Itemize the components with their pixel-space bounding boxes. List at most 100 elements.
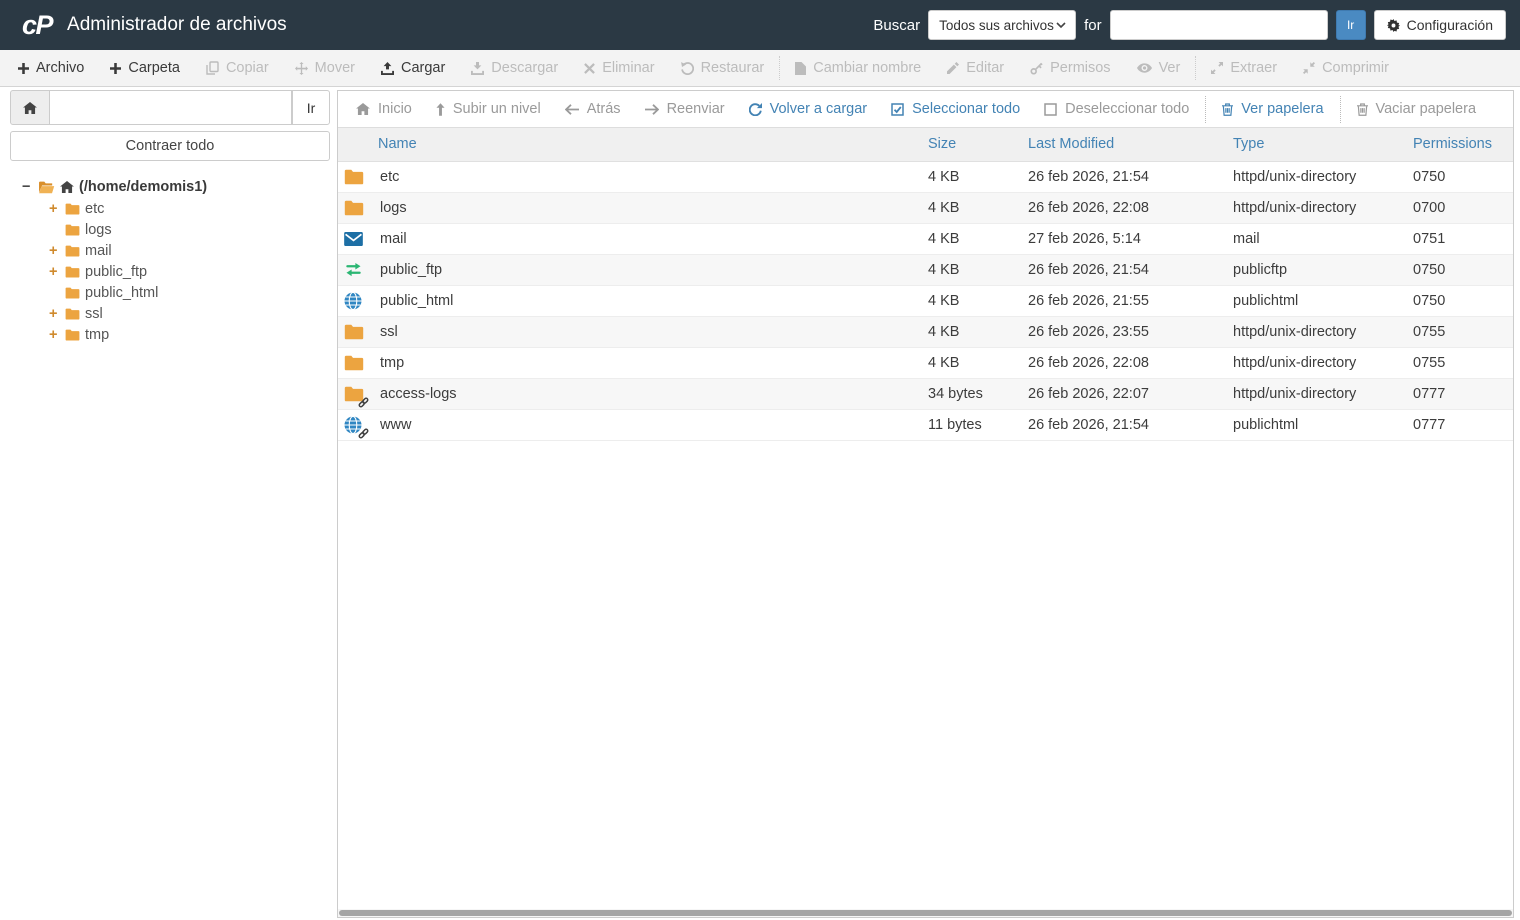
- file-name-cell[interactable]: www: [338, 415, 928, 439]
- file-name-cell[interactable]: access-logs: [338, 384, 928, 408]
- column-header-name[interactable]: Name: [338, 128, 928, 162]
- expand-toggle[interactable]: +: [49, 327, 60, 343]
- table-row-tmp[interactable]: tmp 4 KB 26 feb 2026, 22:08 httpd/unix-dire…: [338, 347, 1513, 379]
- path-go-button[interactable]: Ir: [292, 90, 330, 125]
- search-area: Buscar Todos sus archivos for Ir Configu…: [873, 10, 1506, 40]
- toolbar-label: Editar: [966, 60, 1005, 76]
- table-row-ssl[interactable]: ssl 4 KB 26 feb 2026, 23:55 httpd/unix-dire…: [338, 316, 1513, 348]
- table-row-logs[interactable]: logs 4 KB 26 feb 2026, 22:08 httpd/unix-dir…: [338, 192, 1513, 224]
- globe-icon: [344, 291, 365, 310]
- file-toolbar-volver-a-cargar[interactable]: Volver a cargar: [737, 101, 880, 117]
- collapse-all-button[interactable]: Contraer todo: [10, 131, 330, 161]
- file-toolbar-separator: [1205, 95, 1207, 123]
- file-toolbar-seleccionar-todo[interactable]: Seleccionar todo: [879, 101, 1032, 117]
- collapse-toggle[interactable]: −: [22, 179, 33, 195]
- file-toolbar-inicio[interactable]: Inicio: [344, 101, 424, 117]
- folder-icon: [65, 287, 80, 299]
- file-permissions: 0751: [1413, 223, 1513, 255]
- file-name-cell[interactable]: logs: [338, 198, 928, 217]
- folder-icon: [344, 353, 365, 372]
- path-input[interactable]: [50, 90, 292, 125]
- file-name-cell[interactable]: public_ftp: [338, 260, 928, 279]
- tree-item-tmp[interactable]: + tmp: [49, 324, 330, 345]
- home-button[interactable]: [10, 90, 50, 125]
- file-modified: 26 feb 2026, 21:54: [1028, 409, 1233, 441]
- content: Ir Contraer todo − (/home/demomis1) + etc…: [0, 87, 1520, 920]
- table-row-mail[interactable]: mail 4 KB 27 feb 2026, 5:14 mail 0751: [338, 223, 1513, 255]
- toolbar-editar: Editar: [934, 50, 1017, 86]
- scrollbar-thumb[interactable]: [339, 910, 1512, 916]
- search-scope-select[interactable]: Todos sus archivos: [928, 10, 1077, 40]
- column-header-last-modified[interactable]: Last Modified: [1028, 128, 1233, 162]
- file-toolbar-label: Reenviar: [666, 101, 725, 117]
- cpanel-logo[interactable]: cP: [22, 10, 54, 41]
- horizontal-scrollbar[interactable]: [338, 909, 1513, 917]
- file-name-cell[interactable]: mail: [338, 229, 928, 248]
- expand-toggle[interactable]: +: [49, 243, 60, 259]
- column-header-permissions[interactable]: Permissions: [1413, 128, 1513, 162]
- mail-icon: [344, 229, 365, 248]
- tree-root-label: (/home/demomis1): [79, 179, 208, 195]
- file-type: httpd/unix-directory: [1233, 161, 1413, 193]
- folder-icon: [344, 167, 365, 186]
- tree-item-ssl[interactable]: + ssl: [49, 303, 330, 324]
- column-header-type[interactable]: Type: [1233, 128, 1413, 162]
- tree-item-label: ssl: [85, 305, 103, 322]
- file-name: mail: [380, 230, 407, 247]
- file-icon: [795, 61, 807, 75]
- table-row-www[interactable]: www 11 bytes 26 feb 2026, 21:54 publichtml 0…: [338, 409, 1513, 441]
- name-cell-container: etc: [338, 161, 928, 193]
- file-type: mail: [1233, 223, 1413, 255]
- file-permissions: 0755: [1413, 316, 1513, 348]
- reload-icon: [748, 102, 762, 116]
- tree-item-etc[interactable]: + etc: [49, 198, 330, 219]
- tree-item-mail[interactable]: + mail: [49, 240, 330, 261]
- file-type: httpd/unix-directory: [1233, 347, 1413, 379]
- toolbar-cargar[interactable]: Cargar: [368, 50, 458, 86]
- column-header-size[interactable]: Size: [928, 128, 1028, 162]
- file-toolbar: Inicio Subir un nivel Atrás Reenviar Volver …: [338, 91, 1513, 128]
- expand-toggle[interactable]: +: [49, 306, 60, 322]
- file-name: public_html: [380, 292, 454, 309]
- toolbar-archivo[interactable]: Archivo: [5, 50, 97, 86]
- file-toolbar-reenviar[interactable]: Reenviar: [633, 101, 737, 117]
- file-name-cell[interactable]: public_html: [338, 291, 928, 310]
- file-toolbar-subir-un-nivel[interactable]: Subir un nivel: [424, 101, 553, 117]
- files-table: Name Size Last Modified Type Permissions etc…: [338, 128, 1513, 441]
- tree-item-logs[interactable]: logs: [49, 219, 330, 240]
- file-type: httpd/unix-directory: [1233, 378, 1413, 410]
- table-row-access-logs[interactable]: access-logs 34 bytes 26 feb 2026, 22:07 htt…: [338, 378, 1513, 410]
- file-toolbar-vaciar-papelera[interactable]: Vaciar papelera: [1345, 101, 1489, 117]
- file-toolbar-label: Deseleccionar todo: [1065, 101, 1190, 117]
- file-name-cell[interactable]: tmp: [338, 353, 928, 372]
- tree-root-home[interactable]: − (/home/demomis1): [10, 176, 330, 198]
- link-icon: [358, 428, 369, 439]
- file-toolbar-deseleccionar-todo[interactable]: Deseleccionar todo: [1032, 101, 1201, 117]
- tree-item-public-ftp[interactable]: + public_ftp: [49, 261, 330, 282]
- expand-toggle[interactable]: +: [49, 264, 60, 280]
- expand-toggle[interactable]: +: [49, 201, 60, 217]
- plus-icon: [18, 62, 29, 74]
- folder-icon: [344, 322, 365, 341]
- table-row-public-ftp[interactable]: public_ftp 4 KB 26 feb 2026, 21:54 publicft…: [338, 254, 1513, 286]
- toolbar-separator: [1195, 56, 1197, 80]
- copy-icon: [206, 61, 219, 75]
- file-name-cell[interactable]: ssl: [338, 322, 928, 341]
- toolbar-label: Descargar: [491, 60, 559, 76]
- search-go-button[interactable]: Ir: [1335, 10, 1366, 40]
- file-name: www: [380, 416, 412, 433]
- file-toolbar-atr-s[interactable]: Atrás: [553, 101, 633, 117]
- file-name-cell[interactable]: etc: [338, 167, 928, 186]
- file-toolbar-ver-papelera[interactable]: Ver papelera: [1210, 101, 1335, 117]
- file-type: httpd/unix-directory: [1233, 192, 1413, 224]
- settings-button[interactable]: Configuración: [1373, 10, 1506, 40]
- table-row-etc[interactable]: etc 4 KB 26 feb 2026, 21:54 httpd/unix-dire…: [338, 161, 1513, 193]
- move-icon: [294, 61, 308, 75]
- tree-item-label: logs: [85, 221, 112, 238]
- file-size: 4 KB: [928, 192, 1028, 224]
- toolbar-carpeta[interactable]: Carpeta: [97, 50, 193, 86]
- table-row-public-html[interactable]: public_html 4 KB 26 feb 2026, 21:55 publich…: [338, 285, 1513, 317]
- search-input[interactable]: [1109, 10, 1328, 40]
- file-modified: 26 feb 2026, 21:55: [1028, 285, 1233, 317]
- tree-item-public-html[interactable]: public_html: [49, 282, 330, 303]
